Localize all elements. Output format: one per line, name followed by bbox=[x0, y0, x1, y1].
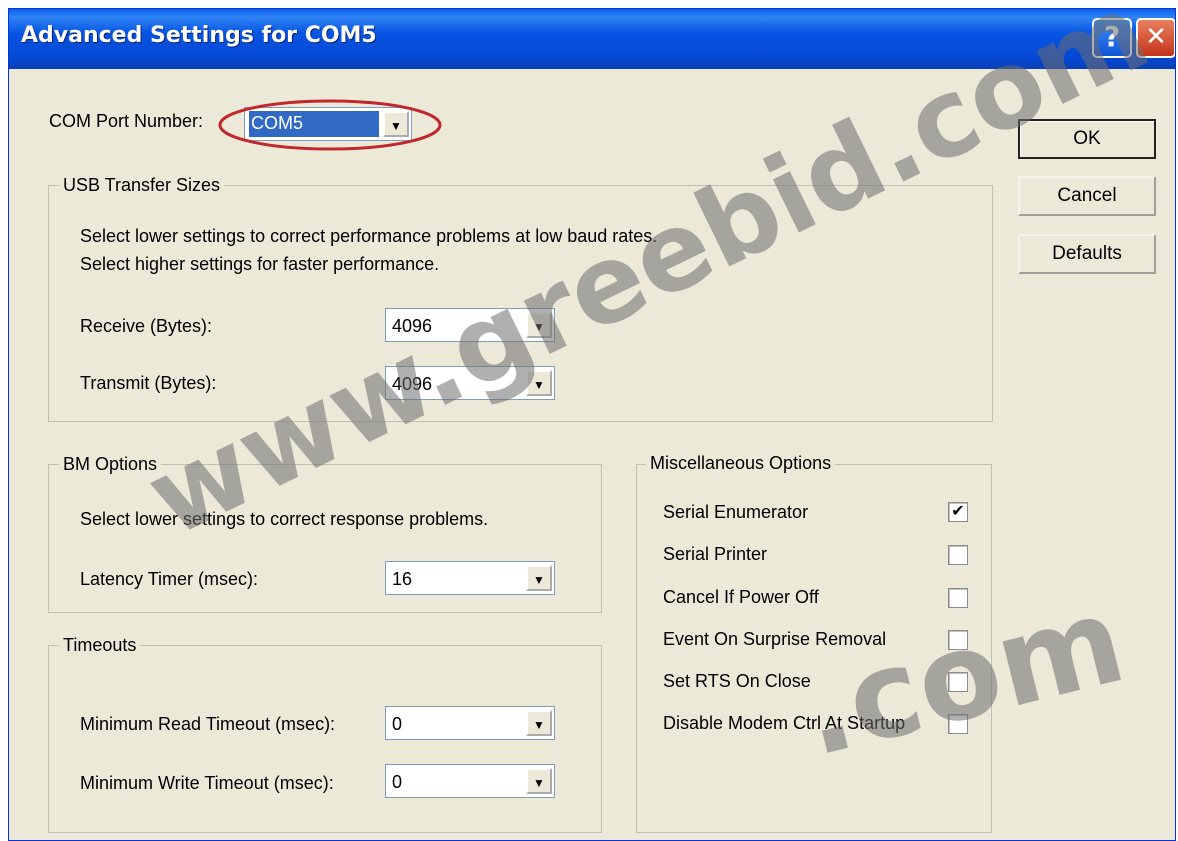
misc-item-label: Set RTS On Close bbox=[663, 671, 811, 691]
cancel-button[interactable]: Cancel bbox=[1018, 176, 1156, 216]
chevron-down-icon[interactable]: ▼ bbox=[526, 312, 552, 338]
transmit-value: 4096 bbox=[392, 374, 433, 394]
question-mark-icon: ? bbox=[1103, 20, 1121, 53]
serial-printer-checkbox[interactable] bbox=[948, 545, 968, 565]
checkmark-icon: ✔ bbox=[951, 503, 965, 520]
min-write-timeout-label: Minimum Write Timeout (msec): bbox=[80, 773, 334, 793]
usb-transfer-legend: USB Transfer Sizes bbox=[59, 174, 225, 196]
com-port-label: COM Port Number: bbox=[49, 111, 204, 131]
misc-item-label: Serial Enumerator bbox=[663, 502, 809, 522]
chevron-down-icon[interactable]: ▼ bbox=[526, 768, 552, 794]
receive-select[interactable]: 4096 ▼ bbox=[385, 308, 555, 342]
receive-value: 4096 bbox=[392, 316, 433, 336]
min-read-timeout-label: Minimum Read Timeout (msec): bbox=[80, 714, 336, 734]
timeouts-legend: Timeouts bbox=[59, 634, 141, 656]
misc-item-label: Cancel If Power Off bbox=[663, 587, 819, 607]
bm-options-legend: BM Options bbox=[59, 453, 162, 475]
min-write-timeout-value: 0 bbox=[392, 772, 403, 792]
close-button[interactable]: ✕ bbox=[1136, 18, 1175, 58]
transmit-select[interactable]: 4096 ▼ bbox=[385, 366, 555, 400]
window-title: Advanced Settings for COM5 bbox=[21, 23, 377, 48]
misc-item-label: Event On Surprise Removal bbox=[663, 629, 887, 649]
disable-modem-ctrl-checkbox[interactable] bbox=[948, 714, 968, 734]
help-button[interactable]: ? bbox=[1092, 18, 1132, 58]
transmit-label: Transmit (Bytes): bbox=[80, 373, 217, 393]
latency-value: 16 bbox=[392, 569, 413, 589]
close-icon: ✕ bbox=[1145, 22, 1167, 52]
misc-options-legend: Miscellaneous Options bbox=[646, 452, 836, 474]
min-read-timeout-value: 0 bbox=[392, 714, 403, 734]
chevron-down-icon[interactable]: ▼ bbox=[526, 565, 552, 591]
chevron-down-icon[interactable]: ▼ bbox=[526, 370, 552, 396]
dialog-window: Advanced Settings for COM5 ? ✕ COM Port … bbox=[8, 8, 1176, 841]
usb-transfer-desc-1: Select lower settings to correct perform… bbox=[80, 226, 658, 246]
timeouts-group: Timeouts Minimum Read Timeout (msec): 0 … bbox=[48, 634, 602, 833]
defaults-button[interactable]: Defaults bbox=[1018, 234, 1156, 274]
cancel-if-power-off-checkbox[interactable] bbox=[948, 588, 968, 608]
set-rts-on-close-checkbox[interactable] bbox=[948, 672, 968, 692]
latency-label: Latency Timer (msec): bbox=[80, 569, 259, 589]
usb-transfer-desc-2: Select higher settings for faster perfor… bbox=[80, 254, 440, 274]
receive-label: Receive (Bytes): bbox=[80, 316, 213, 336]
title-bar[interactable]: Advanced Settings for COM5 ? ✕ bbox=[9, 9, 1175, 69]
bm-options-desc: Select lower settings to correct respons… bbox=[80, 509, 489, 529]
misc-item-label: Serial Printer bbox=[663, 544, 768, 564]
serial-enumerator-checkbox[interactable]: ✔ bbox=[948, 502, 968, 522]
usb-transfer-group: USB Transfer Sizes Select lower settings… bbox=[48, 174, 993, 422]
annotation-ellipse bbox=[218, 99, 442, 151]
event-on-surprise-removal-checkbox[interactable] bbox=[948, 630, 968, 650]
min-write-timeout-select[interactable]: 0 ▼ bbox=[385, 764, 555, 798]
ok-button[interactable]: OK bbox=[1018, 119, 1156, 159]
misc-item-label: Disable Modem Ctrl At Startup bbox=[663, 713, 906, 733]
bm-options-group: BM Options Select lower settings to corr… bbox=[48, 453, 602, 613]
latency-select[interactable]: 16 ▼ bbox=[385, 561, 555, 595]
min-read-timeout-select[interactable]: 0 ▼ bbox=[385, 706, 555, 740]
chevron-down-icon[interactable]: ▼ bbox=[526, 710, 552, 736]
